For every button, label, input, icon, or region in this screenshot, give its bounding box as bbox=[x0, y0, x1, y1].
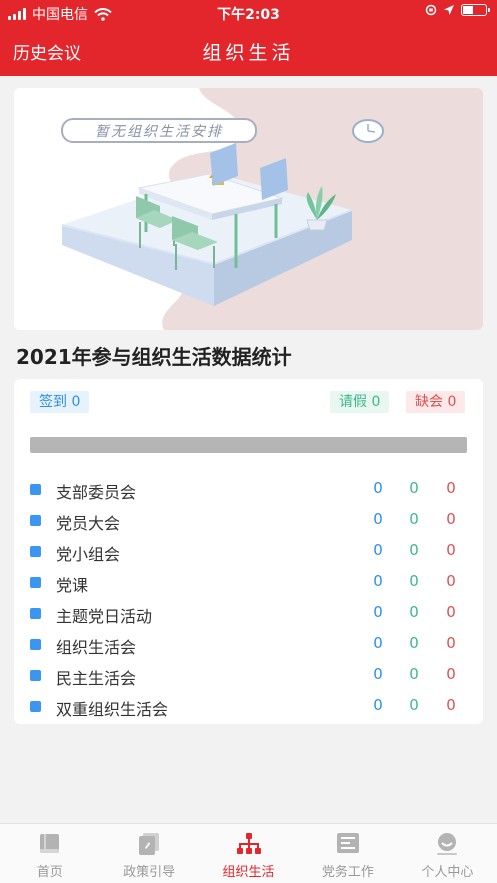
absent-count: 0 bbox=[446, 696, 456, 714]
list-item: 双重组织生活会 0 0 0 bbox=[14, 694, 483, 725]
orientation-lock-icon bbox=[425, 4, 437, 16]
bullet-icon bbox=[30, 608, 41, 619]
leave-count: 0 bbox=[409, 665, 419, 683]
banner-tag: 暂无组织生活安排 bbox=[61, 118, 257, 143]
absent-badge: 缺会 0 bbox=[406, 391, 466, 413]
leave-count: 0 bbox=[409, 541, 419, 559]
absent-count: 0 bbox=[446, 572, 456, 590]
sign-in-count: 0 bbox=[373, 479, 383, 497]
clock-icon bbox=[352, 119, 384, 143]
page-title: 组织生活 bbox=[202, 42, 295, 64]
absent-count: 0 bbox=[446, 634, 456, 652]
list-item: 支部委员会 0 0 0 bbox=[14, 477, 483, 508]
list-item: 民主生活会 0 0 0 bbox=[14, 663, 483, 694]
list-item: 组织生活会 0 0 0 bbox=[14, 632, 483, 663]
absent-count: 0 bbox=[446, 541, 456, 559]
bottom-tab-bar: 首页 政策引导 组织生活 党务工作 个人中心 bbox=[0, 823, 497, 883]
policy-icon bbox=[139, 833, 160, 855]
list-item: 党课 0 0 0 bbox=[14, 570, 483, 601]
bullet-icon bbox=[30, 701, 41, 712]
meeting-type-name: 双重组织生活会 bbox=[56, 700, 169, 719]
header-bar: 历史会议 组织生活 bbox=[0, 26, 497, 76]
person-icon bbox=[437, 833, 458, 855]
meeting-type-name: 党课 bbox=[56, 576, 89, 595]
sign-in-count: 0 bbox=[373, 572, 383, 590]
tab-profile[interactable]: 个人中心 bbox=[398, 824, 497, 883]
meeting-type-name: 民主生活会 bbox=[56, 669, 137, 688]
absent-count: 0 bbox=[446, 479, 456, 497]
tab-label: 党务工作 bbox=[321, 865, 374, 880]
tab-label: 组织生活 bbox=[222, 865, 275, 880]
document-icon bbox=[336, 833, 359, 853]
bullet-icon bbox=[30, 515, 41, 526]
leave-count: 0 bbox=[409, 510, 419, 528]
sign-in-count: 0 bbox=[373, 634, 383, 652]
sign-in-badge: 签到 0 bbox=[30, 391, 90, 413]
stats-title: 2021年参与组织生活数据统计 bbox=[16, 345, 292, 369]
meeting-type-name: 党小组会 bbox=[56, 545, 121, 564]
status-bar: 中国电信 下午2:03 bbox=[0, 0, 497, 26]
empty-schedule-banner: 暂无组织生活安排 bbox=[14, 88, 483, 330]
location-icon bbox=[444, 5, 454, 15]
attendance-progress-bar bbox=[30, 437, 467, 453]
meeting-type-name: 组织生活会 bbox=[56, 638, 137, 657]
leave-count: 0 bbox=[409, 696, 419, 714]
leave-badge: 请假 0 bbox=[330, 391, 390, 413]
list-item: 党小组会 0 0 0 bbox=[14, 539, 483, 570]
sign-in-count: 0 bbox=[373, 510, 383, 528]
bullet-icon bbox=[30, 484, 41, 495]
clock-time: 下午2:03 bbox=[217, 7, 280, 23]
stats-card: 签到 0 请假 0 缺会 0 支部委员会 0 0 0 党员大会 0 0 0 党小… bbox=[14, 379, 483, 724]
tab-label: 个人中心 bbox=[421, 865, 474, 880]
sign-in-count: 0 bbox=[373, 696, 383, 714]
tab-label: 首页 bbox=[36, 865, 63, 880]
tab-party-affairs[interactable]: 党务工作 bbox=[298, 824, 397, 883]
sign-in-count: 0 bbox=[373, 665, 383, 683]
meeting-type-name: 支部委员会 bbox=[56, 483, 137, 502]
book-icon bbox=[39, 834, 59, 853]
tab-home[interactable]: 首页 bbox=[0, 824, 99, 883]
absent-count: 0 bbox=[446, 665, 456, 683]
bullet-icon bbox=[30, 577, 41, 588]
absent-count: 0 bbox=[446, 510, 456, 528]
leave-count: 0 bbox=[409, 603, 419, 621]
bullet-icon bbox=[30, 670, 41, 681]
meeting-type-name: 党员大会 bbox=[56, 514, 121, 533]
tab-label: 政策引导 bbox=[123, 865, 176, 880]
meeting-type-name: 主题党日活动 bbox=[56, 607, 153, 626]
meeting-room-illustration: 暂无组织生活安排 bbox=[14, 88, 483, 330]
list-item: 主题党日活动 0 0 0 bbox=[14, 601, 483, 632]
leave-count: 0 bbox=[409, 572, 419, 590]
meeting-type-list: 支部委员会 0 0 0 党员大会 0 0 0 党小组会 0 0 0 党课 0 0… bbox=[14, 477, 483, 725]
leave-count: 0 bbox=[409, 634, 419, 652]
bullet-icon bbox=[30, 546, 41, 557]
tab-organization-life[interactable]: 组织生活 bbox=[199, 824, 298, 883]
sign-in-count: 0 bbox=[373, 603, 383, 621]
sign-in-count: 0 bbox=[373, 541, 383, 559]
org-chart-icon bbox=[236, 833, 261, 854]
absent-count: 0 bbox=[446, 603, 456, 621]
battery-icon bbox=[461, 4, 490, 16]
list-item: 党员大会 0 0 0 bbox=[14, 508, 483, 539]
bullet-icon bbox=[30, 639, 41, 650]
leave-count: 0 bbox=[409, 479, 419, 497]
tab-policy[interactable]: 政策引导 bbox=[99, 824, 198, 883]
banner-text: 暂无组织生活安排 bbox=[95, 124, 223, 140]
status-right bbox=[425, 4, 490, 16]
